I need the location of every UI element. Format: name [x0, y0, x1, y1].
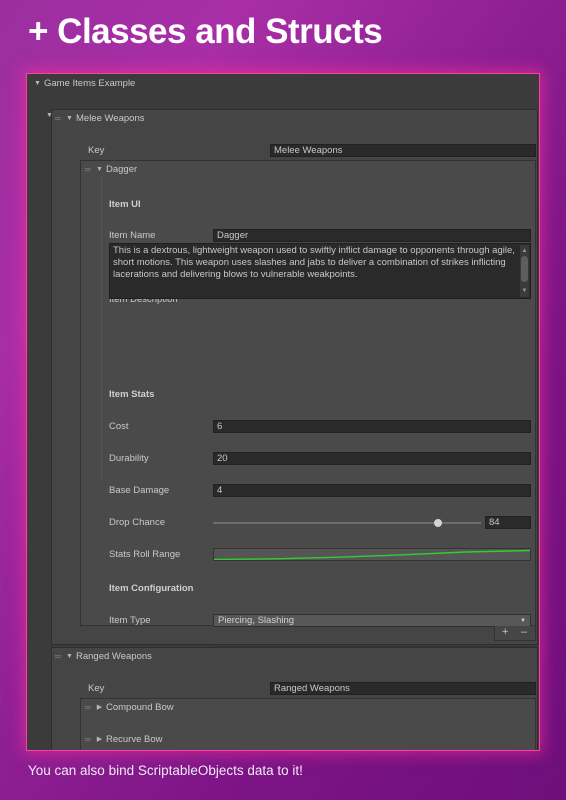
base-damage-label: Base Damage — [109, 485, 170, 496]
item-stats-header-row: Item Stats — [81, 387, 535, 403]
list-item-label: Compound Bow — [106, 702, 174, 713]
slide-caption: You can also bind ScriptableObjects data… — [28, 763, 303, 778]
scrollbar-thumb[interactable] — [521, 256, 528, 282]
ranged-weapons-label: Ranged Weapons — [76, 651, 152, 662]
slider-knob[interactable] — [434, 519, 442, 527]
unity-inspector-window: ▼ Game Items Example ▼ Keys 3 ═ ▼ Melee … — [26, 73, 540, 751]
drop-chance-input[interactable]: 84 — [485, 516, 531, 529]
item-configuration-header-row: Item Configuration — [81, 581, 535, 597]
item-name-label: Item Name — [109, 230, 156, 241]
list-item[interactable]: ═ ▶ Compound Bow — [81, 700, 535, 716]
description-scrollbar[interactable]: ▲ ▼ — [520, 245, 529, 297]
item-ui-header: Item UI — [109, 199, 141, 210]
item-type-dropdown[interactable]: Piercing, Slashing ▼ — [213, 614, 531, 627]
drag-handle-icon[interactable]: ═ — [55, 649, 63, 665]
scroll-down-icon[interactable]: ▼ — [520, 285, 529, 297]
ranged-key-row: Key Ranged Weapons — [52, 681, 537, 697]
item-description-text: This is a dextrous, lightweight weapon u… — [113, 245, 515, 281]
melee-key-row: Key Melee Weapons — [52, 143, 537, 159]
item-stats-header: Item Stats — [109, 389, 155, 400]
chevron-down-icon[interactable]: ▼ — [65, 111, 74, 127]
base-damage-row: Base Damage 4 — [81, 483, 535, 499]
ranged-weapons-entry-panel: ═ ▼ Ranged Weapons Key Ranged Weapons ▼ … — [51, 647, 538, 750]
stats-roll-range-row: Stats Roll Range — [81, 547, 535, 563]
root-foldout-row[interactable]: ▼ Game Items Example — [27, 76, 539, 92]
dagger-label: Dagger — [106, 164, 138, 175]
durability-row: Durability 20 — [81, 451, 535, 467]
item-ui-header-row: Item UI — [81, 197, 535, 213]
root-label: Game Items Example — [44, 78, 136, 89]
cost-row: Cost 6 — [81, 419, 535, 435]
durability-input[interactable]: 20 — [213, 452, 531, 465]
melee-weapons-label: Melee Weapons — [76, 113, 145, 124]
chevron-down-icon[interactable]: ▼ — [33, 76, 42, 92]
drag-handle-icon[interactable]: ═ — [55, 111, 63, 127]
chevron-down-icon[interactable]: ▼ — [95, 162, 104, 178]
base-damage-input[interactable]: 4 — [213, 484, 531, 497]
drop-chance-label: Drop Chance — [109, 517, 165, 528]
ranged-key-input[interactable]: Ranged Weapons — [270, 682, 536, 695]
cost-label: Cost — [109, 421, 129, 432]
list-item[interactable]: ═ ▶ Recurve Bow — [81, 732, 535, 748]
drop-chance-row: Drop Chance 84 — [81, 515, 535, 531]
drag-handle-icon[interactable]: ═ — [85, 700, 93, 716]
drop-chance-slider[interactable] — [213, 516, 481, 529]
curve-preview — [214, 549, 530, 560]
indent-guide — [101, 178, 102, 481]
item-type-value: Piercing, Slashing — [218, 615, 295, 626]
dagger-foldout-row[interactable]: ═ ▼ Dagger — [81, 162, 535, 178]
stats-roll-range-curve-field[interactable] — [213, 548, 531, 561]
ranged-items-listbox: ═ ▶ Compound Bow ═ ▶ Recurve Bow ═ ▶ Fli… — [80, 698, 536, 750]
chevron-down-icon[interactable]: ▼ — [65, 649, 74, 665]
list-item-label: Recurve Bow — [106, 734, 163, 745]
chevron-right-icon[interactable]: ▶ — [95, 732, 104, 748]
item-description-textarea[interactable]: This is a dextrous, lightweight weapon u… — [109, 243, 531, 299]
stats-roll-range-label: Stats Roll Range — [109, 549, 181, 560]
drag-handle-icon[interactable]: ═ — [85, 162, 93, 178]
add-item-button[interactable]: + — [502, 625, 508, 640]
item-configuration-header: Item Configuration — [109, 583, 194, 594]
item-name-input[interactable]: Dagger — [213, 229, 531, 242]
chevron-right-icon[interactable]: ▶ — [95, 700, 104, 716]
melee-key-label: Key — [88, 145, 105, 156]
melee-items-listbox: ═ ▼ Dagger Item UI Item Name Dagger Item… — [80, 160, 536, 750]
melee-key-input[interactable]: Melee Weapons — [270, 144, 536, 157]
item-type-label: Item Type — [109, 615, 151, 626]
drag-handle-icon[interactable]: ═ — [85, 732, 93, 748]
melee-list-add-remove-controls[interactable]: + – — [494, 626, 536, 641]
item-type-row: Item Type Piercing, Slashing ▼ — [81, 613, 535, 629]
durability-label: Durability — [109, 453, 149, 464]
ranged-key-label: Key — [88, 683, 105, 694]
melee-weapons-foldout-row[interactable]: ═ ▼ Melee Weapons — [52, 111, 537, 127]
page-title: + Classes and Structs — [28, 12, 383, 51]
ranged-weapons-foldout-row[interactable]: ═ ▼ Ranged Weapons — [52, 649, 537, 665]
remove-item-button[interactable]: – — [521, 625, 527, 640]
cost-input[interactable]: 6 — [213, 420, 531, 433]
melee-weapons-entry-panel: ═ ▼ Melee Weapons Key Melee Weapons ▼ Va… — [51, 109, 538, 750]
item-name-row: Item Name Dagger — [81, 228, 535, 244]
